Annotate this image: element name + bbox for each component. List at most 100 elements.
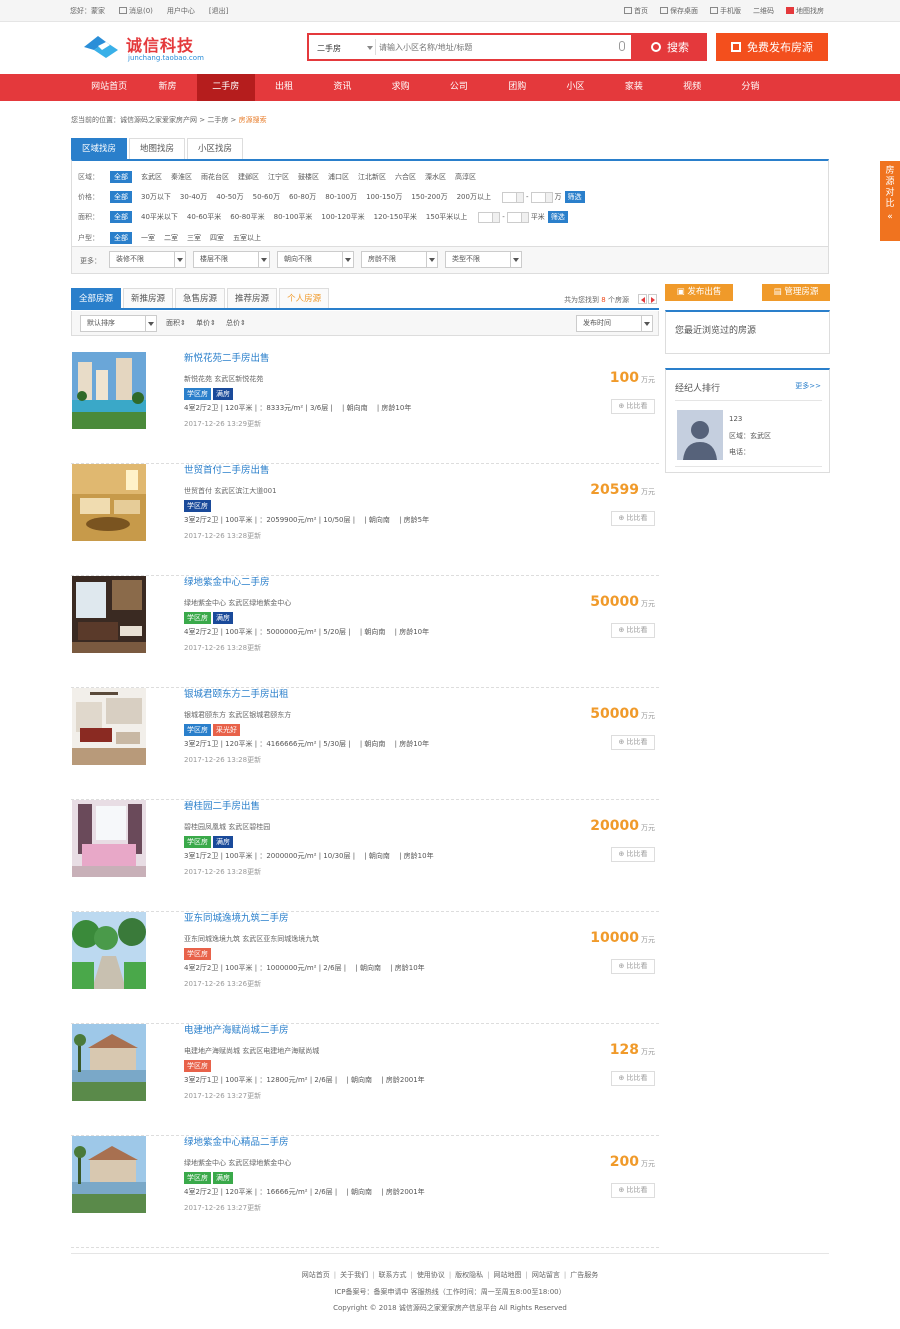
filter-option[interactable]: 玄武区 [141,172,162,182]
listing-title[interactable]: 绿地紫金中心精品二手房 [184,1134,289,1148]
footer-link[interactable]: 网站首页 [302,1271,330,1279]
filter-option[interactable]: 建邺区 [238,172,259,182]
listing-photo[interactable] [72,464,146,541]
tab-map-search[interactable]: 地图找房 [129,138,186,159]
filter-option[interactable]: 150-200万 [411,192,447,202]
filter-option[interactable]: 100-150万 [366,192,402,202]
compare-float-button[interactable]: 房源对比 « [880,161,900,241]
range-min-input[interactable] [501,191,524,203]
breadcrumb-site[interactable]: 诚信源码之家爱家房产网 [120,116,197,124]
compare-button[interactable]: ⊕ 比比看 [611,1183,655,1198]
listing-photo[interactable] [72,912,146,989]
listing-title[interactable]: 世贸首付二手房出售 [184,462,270,476]
nav-item[interactable]: 求购 [371,74,429,101]
compare-button[interactable]: ⊕ 比比看 [611,511,655,526]
filter-option[interactable]: 一室 [141,233,155,243]
filter-go-button[interactable]: 筛选 [564,191,585,203]
nav-item[interactable]: 新房 [138,74,196,101]
filter-option[interactable]: 60-80万 [289,192,316,202]
footer-link[interactable]: 网站留言 [532,1271,560,1279]
footer-link[interactable]: 广告服务 [570,1271,598,1279]
range-min-input[interactable] [478,211,501,223]
save-desktop-link[interactable]: 保存桌面 [660,6,698,16]
next-page-button[interactable] [648,294,657,304]
filter-option[interactable]: 30万以下 [141,192,171,202]
listing-title[interactable]: 绿地紫金中心二手房 [184,574,270,588]
listing-title[interactable]: 电建地产海赋尚城二手房 [184,1022,289,1036]
sort-total-price[interactable]: 总价⇕ [226,318,246,328]
listing-title[interactable]: 碧桂园二手房出售 [184,798,260,812]
filter-option[interactable]: 40平米以下 [141,212,178,222]
compare-button[interactable]: ⊕ 比比看 [611,1071,655,1086]
filter-option[interactable]: 60-80平米 [230,212,264,222]
tab-recommended-listings[interactable]: 推荐房源 [227,288,278,308]
nav-item[interactable]: 视频 [663,74,721,101]
search-button[interactable]: 搜索 [633,33,707,61]
tab-community-search[interactable]: 小区找房 [187,138,244,159]
footer-link[interactable]: 使用协议 [417,1271,445,1279]
nav-item[interactable]: 团购 [488,74,546,101]
filter-option[interactable]: 120-150平米 [374,212,417,222]
logout-link[interactable]: [退出] [209,6,228,16]
filter-option[interactable]: 六合区 [395,172,416,182]
agent-avatar[interactable] [677,410,723,460]
default-sort-select[interactable]: 默认排序 [80,315,157,332]
filter-option[interactable]: 溧水区 [425,172,446,182]
filter-option[interactable]: 全部 [110,171,132,183]
home-link[interactable]: 首页 [624,6,648,16]
nav-item[interactable]: 公司 [430,74,488,101]
microphone-icon[interactable] [619,41,625,51]
filter-option[interactable]: 全部 [110,191,132,203]
tab-personal-listings[interactable]: 个人房源 [279,288,330,308]
compare-button[interactable]: ⊕ 比比看 [611,959,655,974]
filter-option[interactable]: 雨花台区 [201,172,229,182]
listing-photo[interactable] [72,1136,146,1213]
tab-new-listings[interactable]: 新推房源 [123,288,174,308]
floor-select[interactable]: 楼层不限 [193,251,270,268]
site-logo[interactable]: 诚信科技 junchang.taobao.com [80,30,220,66]
filter-option[interactable]: 全部 [110,232,132,244]
type-select[interactable]: 类型不限 [445,251,522,268]
filter-option[interactable]: 30-40万 [180,192,207,202]
range-max-input[interactable] [506,211,529,223]
orientation-select[interactable]: 朝向不限 [277,251,354,268]
breadcrumb-section[interactable]: 二手房 [207,116,228,124]
filter-option[interactable]: 40-50万 [216,192,243,202]
nav-item[interactable]: 小区 [546,74,604,101]
filter-option[interactable]: 江宁区 [268,172,289,182]
compare-button[interactable]: ⊕ 比比看 [611,847,655,862]
listing-title[interactable]: 亚东同城逸境九筑二手房 [184,910,289,924]
nav-item[interactable]: 网站首页 [80,74,138,101]
tab-region-search[interactable]: 区域找房 [71,138,128,159]
filter-option[interactable]: 200万以上 [457,192,491,202]
search-input[interactable] [379,38,611,56]
publish-time-select[interactable]: 发布时间 [576,315,653,332]
sort-unit-price[interactable]: 单价⇕ [196,318,216,328]
manage-listings-button[interactable]: ▤ 管理房源 [762,284,830,301]
footer-link[interactable]: 版权隐私 [455,1271,483,1279]
compare-button[interactable]: ⊕ 比比看 [611,735,655,750]
listing-photo[interactable] [72,352,146,429]
filter-option[interactable]: 全部 [110,211,132,223]
listing-title[interactable]: 新悦花苑二手房出售 [184,350,270,364]
footer-link[interactable]: 关于我们 [340,1271,368,1279]
nav-item[interactable]: 分销 [721,74,779,101]
user-center-link[interactable]: 用户中心 [167,6,195,16]
range-max-input[interactable] [530,191,553,203]
filter-option[interactable]: 40-60平米 [187,212,221,222]
filter-option[interactable]: 80-100平米 [274,212,313,222]
publish-sale-button[interactable]: ▣ 发布出售 [665,284,733,301]
sort-area[interactable]: 面积⇕ [166,318,186,328]
nav-item[interactable]: 资讯 [313,74,371,101]
filter-option[interactable]: 100-120平米 [321,212,364,222]
filter-option[interactable]: 80-100万 [325,192,357,202]
filter-option[interactable]: 秦淮区 [171,172,192,182]
nav-item[interactable]: 出租 [255,74,313,101]
listing-photo[interactable] [72,1024,146,1101]
agent-name[interactable]: 123 [729,415,742,423]
filter-option[interactable]: 150平米以上 [426,212,467,222]
age-select[interactable]: 房龄不限 [361,251,438,268]
decoration-select[interactable]: 装修不限 [109,251,186,268]
listing-photo[interactable] [72,800,146,877]
filter-option[interactable]: 四室 [210,233,224,243]
